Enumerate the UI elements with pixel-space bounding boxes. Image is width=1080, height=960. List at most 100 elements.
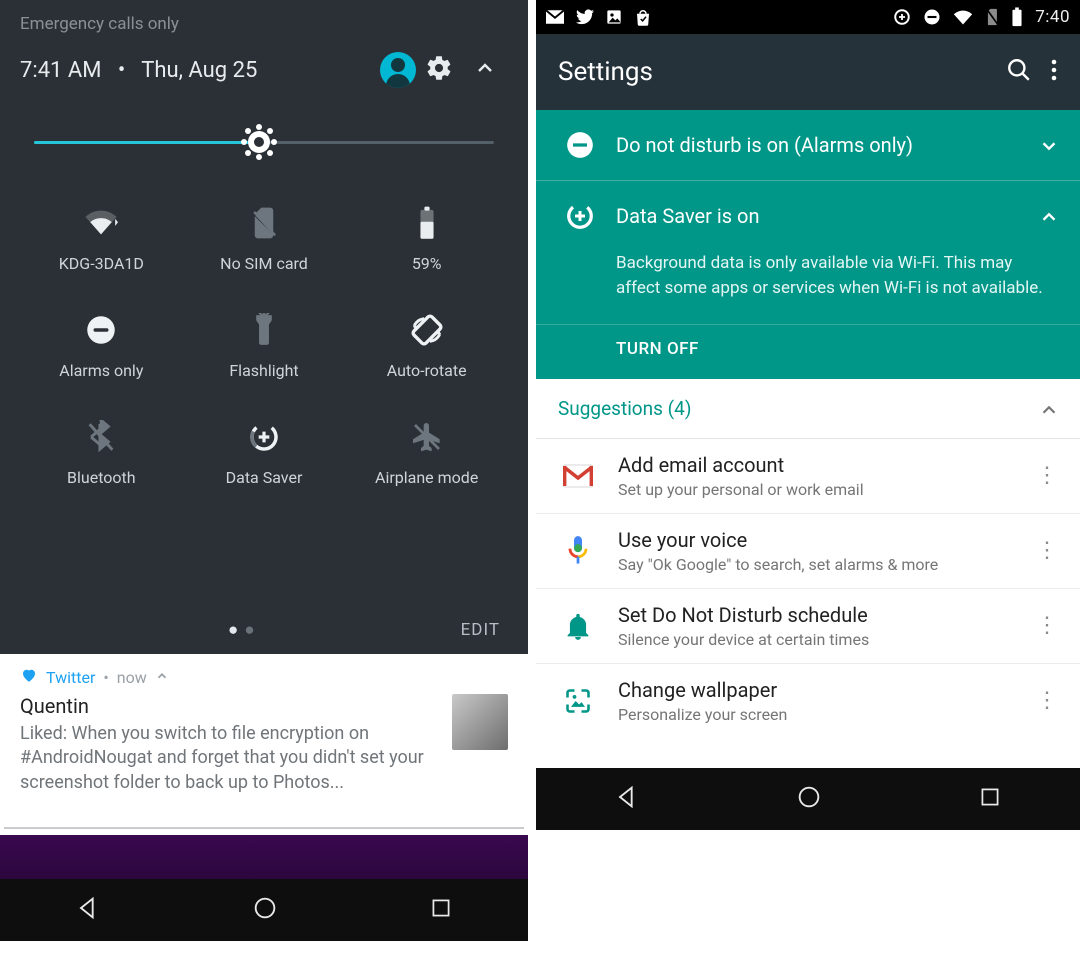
search-icon[interactable] xyxy=(1006,57,1032,87)
nav-back[interactable] xyxy=(74,894,102,926)
banner-dnd-text: Do not disturb is on (Alarms only) xyxy=(602,133,1038,157)
suggestions-header-label: Suggestions (4) xyxy=(558,397,1038,420)
notif-app: Twitter xyxy=(46,668,95,687)
battery-status-icon xyxy=(1011,7,1023,27)
notif-time: now xyxy=(117,668,147,687)
edit-button[interactable]: EDIT xyxy=(461,620,500,640)
twitter-status-icon xyxy=(576,9,594,25)
photos-status-icon xyxy=(606,9,622,25)
more-icon[interactable]: ⋮ xyxy=(1036,695,1058,707)
tile-airplane[interactable]: Airplane mode xyxy=(345,420,508,487)
suggestion-voice-title: Use your voice xyxy=(618,528,1016,552)
suggestion-email-sub: Set up your personal or work email xyxy=(618,480,1016,499)
tile-sim-label: No SIM card xyxy=(220,254,308,273)
notif-thumbnail xyxy=(452,694,508,750)
nav-recents[interactable] xyxy=(977,784,1003,814)
brightness-slider[interactable] xyxy=(20,106,508,178)
tile-battery-label: 59% xyxy=(412,254,442,273)
page-indicator: ●● xyxy=(28,620,461,640)
tile-wifi[interactable]: KDG-3DA1D xyxy=(20,206,183,273)
tile-airplane-label: Airplane mode xyxy=(375,468,478,487)
tile-sim[interactable]: No SIM card xyxy=(183,206,346,273)
datasaver-banner-icon xyxy=(558,201,602,231)
nav-home[interactable] xyxy=(251,894,279,926)
quick-settings-panel: Emergency calls only 7:41 AM • Thu, Aug … xyxy=(0,0,528,654)
banner-datasaver[interactable]: Data Saver is on xyxy=(536,181,1080,251)
brightness-thumb[interactable] xyxy=(242,125,276,159)
wallpaper-icon xyxy=(558,687,598,715)
notif-sep: • xyxy=(103,668,108,687)
heart-icon xyxy=(20,666,38,688)
tile-bluetooth-label: Bluetooth xyxy=(67,468,136,487)
more-icon[interactable]: ⋮ xyxy=(1036,470,1058,482)
banner-dnd[interactable]: Do not disturb is on (Alarms only) xyxy=(536,110,1080,180)
gmail-status-icon xyxy=(546,10,564,24)
suggestion-email-title: Add email account xyxy=(618,453,1016,477)
tile-dnd[interactable]: Alarms only xyxy=(20,313,183,380)
suggestion-wallpaper-title: Change wallpaper xyxy=(618,678,1016,702)
suggestion-voice-sub: Say "Ok Google" to search, set alarms & … xyxy=(618,555,1016,574)
statusbar-clock: 7:40 xyxy=(1035,7,1070,27)
tile-autorotate[interactable]: Auto-rotate xyxy=(345,313,508,380)
suggestions-header[interactable]: Suggestions (4) xyxy=(536,379,1080,439)
more-icon[interactable]: ⋮ xyxy=(1036,545,1058,557)
mic-icon xyxy=(558,535,598,567)
shop-status-icon xyxy=(634,9,652,26)
suggestion-voice[interactable]: Use your voice Say "Ok Google" to search… xyxy=(536,514,1080,589)
wifi-icon xyxy=(84,206,118,240)
appbar-title: Settings xyxy=(558,57,988,87)
flashlight-icon xyxy=(251,313,277,347)
dnd-status-icon xyxy=(923,8,941,26)
rotate-icon xyxy=(410,313,444,347)
dnd-icon xyxy=(86,313,116,347)
alert-banners: Do not disturb is on (Alarms only) Data … xyxy=(536,110,1080,379)
tile-autorotate-label: Auto-rotate xyxy=(387,361,467,380)
qs-sep: • xyxy=(118,58,125,83)
suggestion-wallpaper-sub: Personalize your screen xyxy=(618,705,1016,724)
tile-dnd-label: Alarms only xyxy=(59,361,143,380)
tile-datasaver[interactable]: Data Saver xyxy=(183,420,346,487)
banner-datasaver-body: Background data is only available via Wi… xyxy=(536,251,1080,318)
emergency-label: Emergency calls only xyxy=(20,14,508,34)
notification-card[interactable]: Twitter • now Quentin Liked: When you sw… xyxy=(0,654,528,809)
notif-divider xyxy=(4,827,524,829)
tile-flashlight-label: Flashlight xyxy=(229,361,298,380)
chevron-up-icon xyxy=(1038,399,1058,419)
notif-expand-icon[interactable] xyxy=(155,668,169,687)
user-avatar[interactable] xyxy=(370,52,416,88)
suggestion-wallpaper[interactable]: Change wallpaper Personalize your screen… xyxy=(536,664,1080,738)
tile-flashlight[interactable]: Flashlight xyxy=(183,313,346,380)
battery-icon xyxy=(417,206,437,240)
datasaver-status-icon xyxy=(893,8,911,26)
tile-battery[interactable]: 59% xyxy=(345,206,508,273)
homescreen-peek xyxy=(0,835,528,879)
more-icon[interactable]: ⋮ xyxy=(1036,620,1058,632)
suggestion-dnd-schedule[interactable]: Set Do Not Disturb schedule Silence your… xyxy=(536,589,1080,664)
suggestion-email[interactable]: Add email account Set up your personal o… xyxy=(536,439,1080,514)
chevron-down-icon xyxy=(1038,135,1058,155)
dnd-icon xyxy=(558,131,602,159)
suggestion-dnd-title: Set Do Not Disturb schedule xyxy=(618,603,1016,627)
nav-back[interactable] xyxy=(613,783,641,815)
qs-tiles: KDG-3DA1D No SIM card 59% xyxy=(20,206,508,487)
banner-datasaver-action[interactable]: TURN OFF xyxy=(536,324,1080,379)
tile-bluetooth[interactable]: Bluetooth xyxy=(20,420,183,487)
nosim-status-icon xyxy=(985,8,999,26)
notif-title: Quentin xyxy=(20,694,436,718)
nav-recents[interactable] xyxy=(428,895,454,925)
tile-wifi-label: KDG-3DA1D xyxy=(59,254,144,273)
airplane-off-icon xyxy=(411,420,443,454)
gear-icon[interactable] xyxy=(416,54,462,86)
wifi-status-icon xyxy=(953,9,973,25)
qs-time-date: 7:41 AM • Thu, Aug 25 xyxy=(20,58,370,83)
overflow-icon[interactable] xyxy=(1050,58,1058,86)
chevron-up-icon xyxy=(1038,206,1058,226)
nav-home[interactable] xyxy=(795,783,823,815)
no-sim-icon xyxy=(251,206,277,240)
tile-datasaver-label: Data Saver xyxy=(226,468,303,487)
collapse-chevron-icon[interactable] xyxy=(462,56,508,84)
suggestion-dnd-sub: Silence your device at certain times xyxy=(618,630,1016,649)
qs-time: 7:41 AM xyxy=(20,58,101,83)
notif-body: Liked: When you switch to file encryptio… xyxy=(20,722,436,795)
android-navbar xyxy=(536,768,1080,830)
